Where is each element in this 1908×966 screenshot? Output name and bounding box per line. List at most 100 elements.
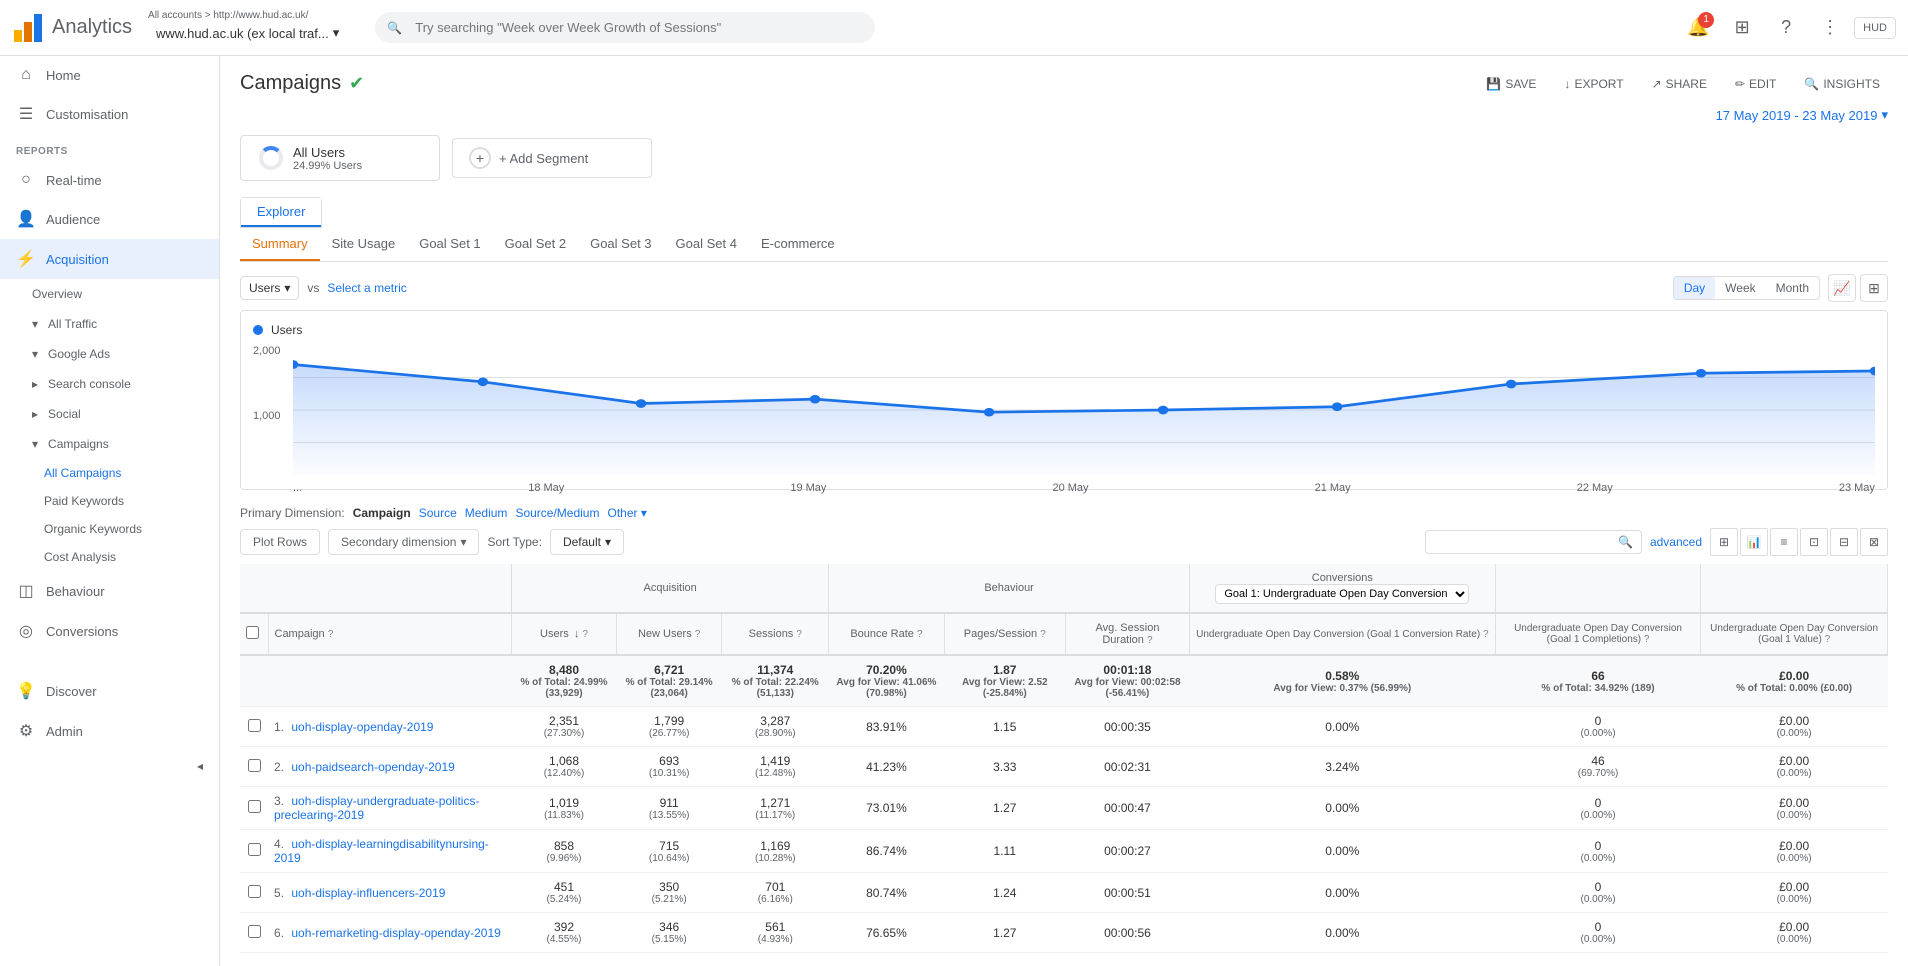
sidebar-item-cost-analysis[interactable]: Cost Analysis — [0, 543, 219, 571]
sidebar-item-paid-keywords[interactable]: Paid Keywords — [0, 487, 219, 515]
x-label-dots: ... — [293, 482, 302, 494]
more-options-button[interactable]: ⋮ — [1810, 8, 1850, 48]
completions-col-header[interactable]: Undergraduate Open Day Conversion (Goal … — [1495, 613, 1700, 655]
campaign-link-4[interactable]: uoh-display-influencers-2019 — [291, 886, 445, 900]
tab-site-usage[interactable]: Site Usage — [320, 228, 408, 261]
collapse-sidebar-button[interactable]: ◂ — [0, 751, 219, 781]
sidebar-item-all-traffic[interactable]: ▾ All Traffic — [0, 309, 219, 339]
campaign-link-5[interactable]: uoh-remarketing-display-openday-2019 — [291, 926, 500, 940]
bar-chart-button[interactable]: ⊞ — [1860, 274, 1888, 302]
sidebar-item-social[interactable]: ▸ Social — [0, 399, 219, 429]
users-col-header[interactable]: Users ↓ ? — [511, 613, 616, 655]
sort-type-select[interactable]: Default ▾ — [550, 529, 624, 555]
dim-source-link[interactable]: Source — [419, 506, 457, 520]
sidebar-item-conversions[interactable]: ◎ Conversions — [0, 611, 219, 651]
date-range[interactable]: 17 May 2019 - 23 May 2019 ▾ — [240, 107, 1888, 123]
search-input[interactable] — [375, 12, 875, 43]
avg-session-col-header[interactable]: Avg. Session Duration ? — [1066, 613, 1190, 655]
chevron-search-console-icon: ▸ — [32, 377, 38, 391]
campaign-col-header[interactable]: Campaign ? — [268, 613, 511, 655]
export-button[interactable]: ↓ EXPORT — [1556, 73, 1631, 95]
conversion-goal-select[interactable]: Goal 1: Undergraduate Open Day Conversio… — [1215, 584, 1469, 604]
all-users-segment[interactable]: All Users 24.99% Users — [240, 135, 440, 181]
sidebar-item-organic-keywords[interactable]: Organic Keywords — [0, 515, 219, 543]
help-button[interactable]: ? — [1766, 8, 1806, 48]
home-icon: ⌂ — [16, 66, 36, 84]
pages-session-col-header[interactable]: Pages/Session ? — [944, 613, 1066, 655]
metric-select[interactable]: Users ▾ — [240, 276, 299, 300]
line-chart-button[interactable]: 📈 — [1828, 274, 1856, 302]
row-checkbox-1[interactable] — [248, 759, 261, 772]
share-button[interactable]: ↗ SHARE — [1644, 73, 1715, 95]
dim-source-medium-link[interactable]: Source/Medium — [515, 506, 599, 520]
chart-view-button[interactable]: 📊 — [1740, 528, 1768, 556]
account-avatar[interactable]: HUD — [1854, 17, 1896, 39]
new-users-col-header[interactable]: New Users ? — [617, 613, 722, 655]
row-checkbox-4[interactable] — [248, 885, 261, 898]
sessions-col-header[interactable]: Sessions ? — [722, 613, 829, 655]
select-metric-link[interactable]: Select a metric — [327, 281, 406, 295]
dim-medium-link[interactable]: Medium — [465, 506, 508, 520]
save-button[interactable]: 💾 SAVE — [1478, 73, 1544, 95]
row-checkbox-3[interactable] — [248, 843, 261, 856]
table-search-icon[interactable]: 🔍 — [1618, 535, 1633, 549]
row-conv-rate-4: 0.00% — [1189, 873, 1495, 913]
row-value-0: £0.00 (0.00%) — [1701, 707, 1888, 747]
tab-goal-set-2[interactable]: Goal Set 2 — [493, 228, 578, 261]
breadcrumb: All accounts > http://www.hud.ac.uk/ — [148, 10, 347, 21]
sidebar-item-behaviour[interactable]: ◫ Behaviour — [0, 571, 219, 611]
row-avg-session-1: 00:02:31 — [1066, 747, 1190, 787]
day-button[interactable]: Day — [1674, 277, 1715, 299]
select-all-checkbox[interactable] — [246, 626, 259, 639]
sidebar-item-audience[interactable]: 👤 Audience — [0, 199, 219, 239]
row-checkbox-2[interactable] — [248, 800, 261, 813]
secondary-dimension-select[interactable]: Secondary dimension ▾ — [328, 529, 479, 555]
tab-goal-set-4[interactable]: Goal Set 4 — [664, 228, 749, 261]
all-users-donut — [257, 144, 285, 172]
add-segment-button[interactable]: + + Add Segment — [452, 138, 652, 178]
tab-goal-set-1[interactable]: Goal Set 1 — [407, 228, 492, 261]
grid-view-button[interactable]: ⊞ — [1710, 528, 1738, 556]
row-checkbox-0[interactable] — [248, 719, 261, 732]
compare-view-button[interactable]: ⊟ — [1830, 528, 1858, 556]
dim-other-link[interactable]: Other ▾ — [607, 506, 646, 520]
insights-button[interactable]: 🔍 INSIGHTS — [1796, 73, 1888, 95]
month-button[interactable]: Month — [1766, 277, 1819, 299]
tab-goal-set-3[interactable]: Goal Set 3 — [578, 228, 663, 261]
campaign-link-0[interactable]: uoh-display-openday-2019 — [291, 720, 433, 734]
list-view-button[interactable]: ≡ — [1770, 528, 1798, 556]
apps-button[interactable]: ⊞ — [1722, 8, 1762, 48]
sidebar-item-google-ads[interactable]: ▾ Google Ads — [0, 339, 219, 369]
property-selector[interactable]: www.hud.ac.uk (ex local traf... ▾ — [148, 21, 347, 45]
campaign-link-3[interactable]: uoh-display-learningdisabilitynursing-20… — [274, 837, 489, 865]
sidebar-item-search-console[interactable]: ▸ Search console — [0, 369, 219, 399]
sidebar-item-acquisition[interactable]: ⚡ Acquisition — [0, 239, 219, 279]
explorer-tab[interactable]: Explorer — [241, 198, 321, 227]
campaign-link-1[interactable]: uoh-paidsearch-openday-2019 — [291, 760, 454, 774]
week-button[interactable]: Week — [1715, 277, 1765, 299]
dim-campaign-link[interactable]: Campaign — [353, 506, 411, 520]
conv-rate-col-header[interactable]: Undergraduate Open Day Conversion (Goal … — [1189, 613, 1495, 655]
row-checkbox-5[interactable] — [248, 925, 261, 938]
tab-summary[interactable]: Summary — [240, 228, 320, 261]
funnel-view-button[interactable]: ⊠ — [1860, 528, 1888, 556]
sidebar-item-home[interactable]: ⌂ Home — [0, 56, 219, 94]
sidebar-item-campaigns[interactable]: ▾ Campaigns — [0, 429, 219, 459]
sidebar-item-all-campaigns[interactable]: All Campaigns — [0, 459, 219, 487]
sidebar-item-discover[interactable]: 💡 Discover — [0, 671, 219, 711]
value-col-header[interactable]: Undergraduate Open Day Conversion (Goal … — [1701, 613, 1888, 655]
sidebar-item-overview[interactable]: Overview — [0, 279, 219, 309]
row-pages-0: 1.15 — [944, 707, 1066, 747]
edit-button[interactable]: ✏ EDIT — [1727, 73, 1784, 95]
plot-rows-button[interactable]: Plot Rows — [240, 529, 320, 555]
sidebar-item-realtime[interactable]: ○ Real-time — [0, 161, 219, 199]
pivot-view-button[interactable]: ⊡ — [1800, 528, 1828, 556]
notifications-button[interactable]: 🔔 1 — [1678, 8, 1718, 48]
advanced-link[interactable]: advanced — [1650, 535, 1702, 549]
table-search-input[interactable] — [1434, 535, 1614, 549]
campaign-link-2[interactable]: uoh-display-undergraduate-politics-precl… — [274, 794, 479, 822]
tab-ecommerce[interactable]: E-commerce — [749, 228, 847, 261]
sidebar-item-customisation[interactable]: ☰ Customisation — [0, 94, 219, 134]
bounce-rate-col-header[interactable]: Bounce Rate ? — [829, 613, 944, 655]
sidebar-item-admin[interactable]: ⚙ Admin — [0, 711, 219, 751]
